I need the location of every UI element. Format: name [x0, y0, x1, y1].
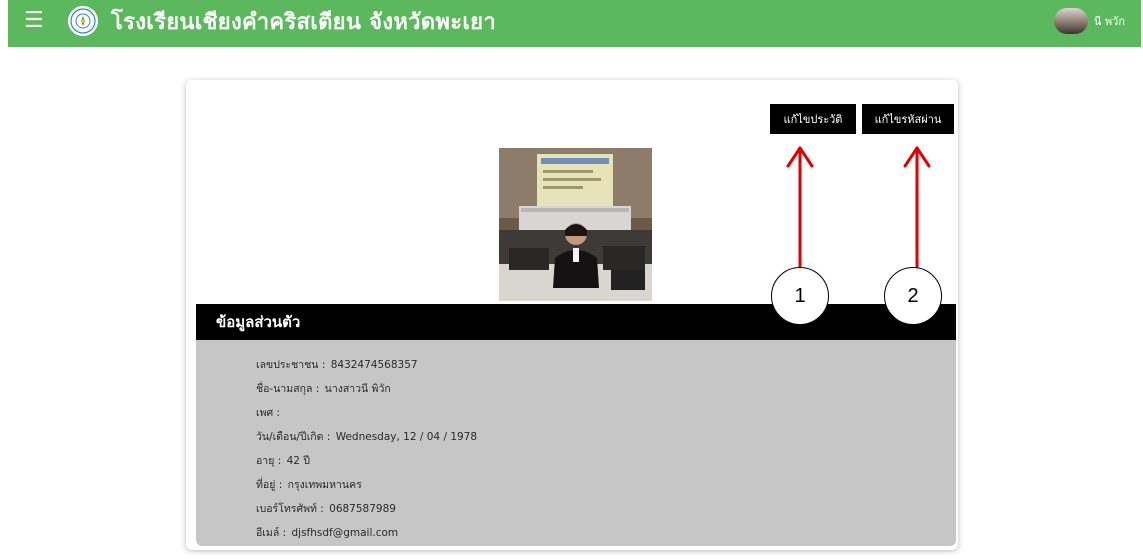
- annotation-callout-1: 1: [771, 267, 829, 325]
- annotation-callout-2: 2: [884, 267, 942, 325]
- annotation-arrows: [786, 146, 931, 272]
